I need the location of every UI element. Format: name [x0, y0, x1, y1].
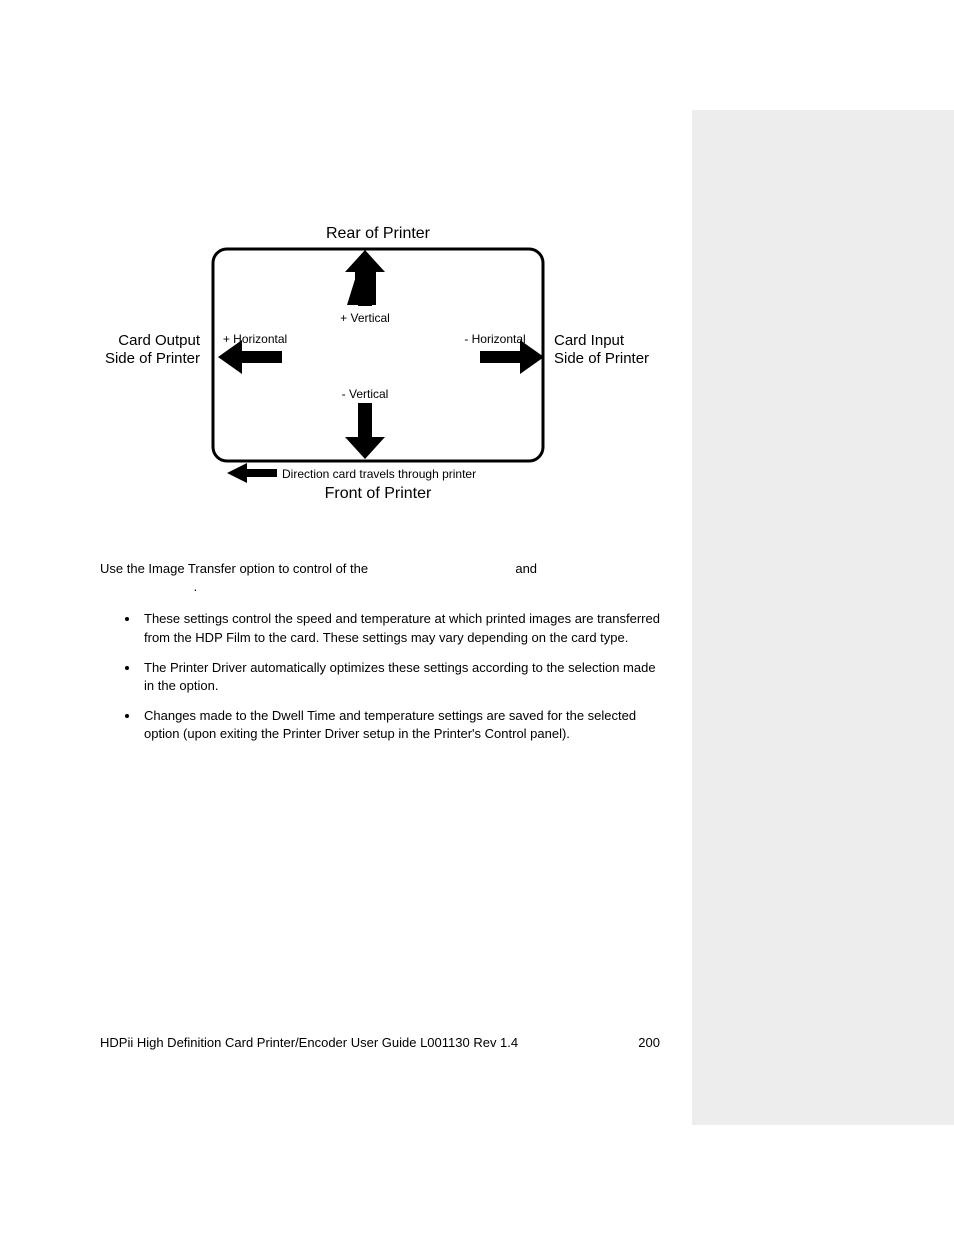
- plus-horizontal-label: + Horizontal: [223, 332, 287, 346]
- footer-page-number: 200: [638, 1035, 660, 1050]
- direction-text-label: Direction card travels through printer: [282, 467, 476, 481]
- bullet-list: These settings control the speed and tem…: [100, 610, 660, 743]
- page-footer: HDPii High Definition Card Printer/Encod…: [100, 1035, 660, 1050]
- intro-paragraph: Use the Image Transfer option to control…: [100, 560, 660, 596]
- plus-vertical-label: + Vertical: [340, 311, 390, 325]
- card-output-label-line2: Side of Printer: [105, 350, 200, 367]
- list-item: These settings control the speed and tem…: [140, 610, 660, 646]
- intro-text-a: Use the Image Transfer option to control…: [100, 561, 372, 576]
- card-input-label-line1: Card Input: [554, 332, 625, 349]
- front-of-printer-label: Front of Printer: [325, 485, 432, 502]
- intro-text-c: .: [194, 579, 198, 594]
- card-output-label-line1: Card Output: [118, 332, 201, 349]
- list-item: The Printer Driver automatically optimiz…: [140, 659, 660, 695]
- sidebar-gray-panel: [692, 110, 954, 1125]
- intro-text-b: and: [515, 561, 537, 576]
- down-arrow-icon: [345, 403, 385, 459]
- orientation-diagram: Rear of Printer Front of Printer Card Ou…: [100, 220, 660, 510]
- minus-horizontal-label: - Horizontal: [464, 332, 525, 346]
- page-content: Rear of Printer Front of Printer Card Ou…: [100, 110, 660, 760]
- card-input-label-line2: Side of Printer: [554, 350, 649, 367]
- direction-arrow: [227, 463, 277, 483]
- footer-doc-title: HDPii High Definition Card Printer/Encod…: [100, 1035, 518, 1050]
- up-arrow-icon: [345, 250, 385, 306]
- list-item: Changes made to the Dwell Time and tempe…: [140, 707, 660, 743]
- minus-vertical-label: - Vertical: [342, 387, 389, 401]
- rear-of-printer-label: Rear of Printer: [326, 225, 431, 242]
